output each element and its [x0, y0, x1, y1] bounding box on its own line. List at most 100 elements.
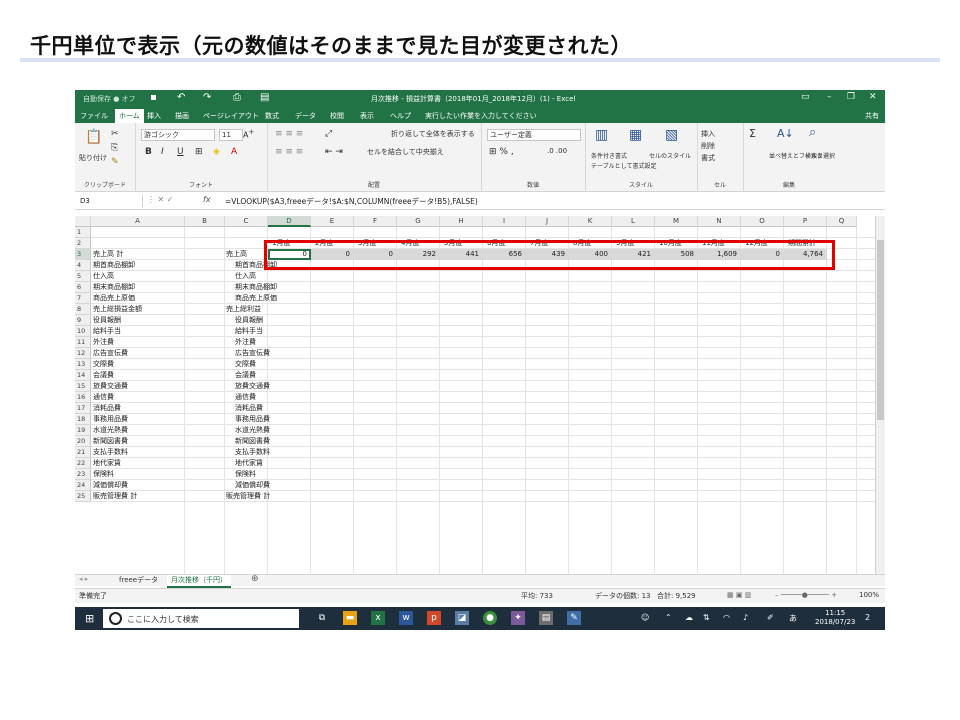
notification-badge[interactable]: 2: [865, 613, 870, 622]
redo-icon[interactable]: ↷: [203, 92, 211, 103]
restore-icon[interactable]: ❐: [847, 92, 855, 102]
account-name-c[interactable]: 交際費: [235, 359, 256, 370]
account-name-a[interactable]: 給料手当: [93, 326, 121, 337]
task-view-icon[interactable]: ⧉: [315, 611, 329, 625]
account-name-c[interactable]: 地代家賃: [235, 458, 263, 469]
scrollbar-thumb[interactable]: [877, 240, 884, 420]
paste-icon[interactable]: 📋: [85, 129, 102, 145]
taskbar-search-box[interactable]: ここに入力して検索: [103, 609, 299, 628]
column-header-H[interactable]: H: [440, 216, 483, 227]
column-header-P[interactable]: P: [784, 216, 827, 227]
account-name-c[interactable]: 新聞図書費: [235, 436, 270, 447]
font-name-select[interactable]: 游ゴシック: [141, 129, 215, 141]
copy-icon[interactable]: ⎘: [111, 143, 118, 153]
name-box[interactable]: D3: [77, 195, 143, 207]
row-header-3[interactable]: 3: [75, 249, 91, 260]
delete-cells-button[interactable]: 削除: [701, 141, 715, 151]
column-header-G[interactable]: G: [397, 216, 440, 227]
row-header-10[interactable]: 10: [75, 326, 91, 337]
account-name-a[interactable]: 会議費: [93, 370, 114, 381]
row-header-6[interactable]: 6: [75, 282, 91, 293]
orientation-icon[interactable]: ⤢: [325, 129, 332, 139]
column-header-J[interactable]: J: [526, 216, 569, 227]
bold-icon[interactable]: B: [145, 147, 152, 157]
network-icon[interactable]: ⇅: [703, 613, 710, 622]
row-header-11[interactable]: 11: [75, 337, 91, 348]
row-header-15[interactable]: 15: [75, 381, 91, 392]
font-grow-icon[interactable]: A+: [243, 128, 254, 140]
column-header-K[interactable]: K: [569, 216, 612, 227]
row-header-23[interactable]: 23: [75, 469, 91, 480]
row-header-1[interactable]: 1: [75, 227, 91, 238]
formula-input[interactable]: =VLOOKUP($A3,freeeデータ!$A:$N,COLUMN(freee…: [225, 196, 478, 207]
account-name-c[interactable]: 役員報酬: [235, 315, 263, 326]
share-button[interactable]: 共有: [865, 111, 879, 121]
wrap-text-button[interactable]: 折り返して全体を表示する: [391, 129, 475, 139]
ribbon-display-icon[interactable]: ▭: [801, 92, 810, 102]
font-size-select[interactable]: 11: [219, 129, 243, 141]
close-icon[interactable]: ✕: [869, 92, 877, 102]
account-name-a[interactable]: 消耗品費: [93, 403, 121, 414]
tab-review[interactable]: 校閲: [330, 111, 344, 121]
account-name-c[interactable]: 外注費: [235, 337, 256, 348]
cloud-icon[interactable]: ☁: [685, 613, 693, 622]
account-name-c[interactable]: 商品売上原価: [235, 293, 277, 304]
account-name-c[interactable]: 通信費: [235, 392, 256, 403]
account-name-c[interactable]: 保険料: [235, 469, 256, 480]
row-header-22[interactable]: 22: [75, 458, 91, 469]
row-header-17[interactable]: 17: [75, 403, 91, 414]
cut-icon[interactable]: ✂: [111, 129, 119, 139]
tab-insert[interactable]: 挿入: [147, 111, 161, 121]
account-name-c[interactable]: 会議費: [235, 370, 256, 381]
tab-help[interactable]: ヘルプ: [390, 111, 411, 121]
account-name-c[interactable]: 水道光熱費: [235, 425, 270, 436]
merge-center-button[interactable]: セルを結合して中央揃え: [367, 147, 444, 157]
account-name-c[interactable]: 支払手数料: [235, 447, 270, 458]
column-header-N[interactable]: N: [698, 216, 741, 227]
account-name-a[interactable]: 減価償却費: [93, 480, 128, 491]
account-name-a[interactable]: 期首商品棚卸: [93, 260, 135, 271]
row-header-13[interactable]: 13: [75, 359, 91, 370]
select-all-corner[interactable]: [75, 216, 91, 227]
conditional-format-icon[interactable]: ▥: [595, 127, 608, 143]
word-taskbar-icon[interactable]: w: [399, 611, 413, 625]
add-sheet-icon[interactable]: ⊕: [251, 574, 259, 584]
find-select-button[interactable]: 検索と選択: [805, 151, 835, 160]
file-explorer-icon[interactable]: ▬: [343, 611, 357, 625]
microphone-icon[interactable]: 🎙: [287, 611, 301, 625]
find-select-icon[interactable]: ⌕: [809, 125, 816, 140]
row-header-21[interactable]: 21: [75, 447, 91, 458]
account-name-a[interactable]: 商品売上原価: [93, 293, 135, 304]
account-name-a[interactable]: 売上総損益金額: [93, 304, 142, 315]
quick-access-custom-icon[interactable]: ▤: [260, 92, 269, 103]
tools-taskbar-icon[interactable]: ✎: [567, 611, 581, 625]
format-table-icon[interactable]: ▦: [629, 127, 642, 143]
account-name-c[interactable]: 売上総利益: [226, 304, 261, 315]
account-name-a[interactable]: 通信費: [93, 392, 114, 403]
people-icon[interactable]: ☺: [641, 613, 649, 622]
undo-icon[interactable]: ↶: [177, 92, 185, 103]
row-header-8[interactable]: 8: [75, 304, 91, 315]
tab-draw[interactable]: 描画: [175, 111, 189, 121]
column-header-M[interactable]: M: [655, 216, 698, 227]
insert-cells-button[interactable]: 挿入: [701, 129, 715, 139]
view-mode-icons[interactable]: ▦ ▣ ▥: [727, 591, 751, 599]
account-name-c[interactable]: 仕入高: [235, 271, 256, 282]
account-name-a[interactable]: 売上高 計: [93, 249, 123, 260]
account-name-a[interactable]: 旅費交通費: [93, 381, 128, 392]
account-name-c[interactable]: 売上高: [226, 249, 247, 260]
excel-taskbar-icon[interactable]: x: [371, 611, 385, 625]
account-name-c[interactable]: 販売管理費 計: [226, 491, 270, 502]
powerpoint-taskbar-icon[interactable]: p: [427, 611, 441, 625]
font-color-icon[interactable]: A: [231, 147, 237, 157]
ime-indicator[interactable]: あ: [789, 613, 797, 624]
account-name-a[interactable]: 外注費: [93, 337, 114, 348]
sheet-tab-freee-data[interactable]: freeeデータ: [115, 575, 162, 586]
account-name-a[interactable]: 水道光熱費: [93, 425, 128, 436]
tab-home[interactable]: ホーム: [115, 109, 144, 123]
number-format-select[interactable]: ユーザー定義: [487, 129, 581, 141]
account-name-c[interactable]: 事務用品費: [235, 414, 270, 425]
row-header-25[interactable]: 25: [75, 491, 91, 502]
account-name-a[interactable]: 販売管理費 計: [93, 491, 137, 502]
column-header-B[interactable]: B: [185, 216, 225, 227]
